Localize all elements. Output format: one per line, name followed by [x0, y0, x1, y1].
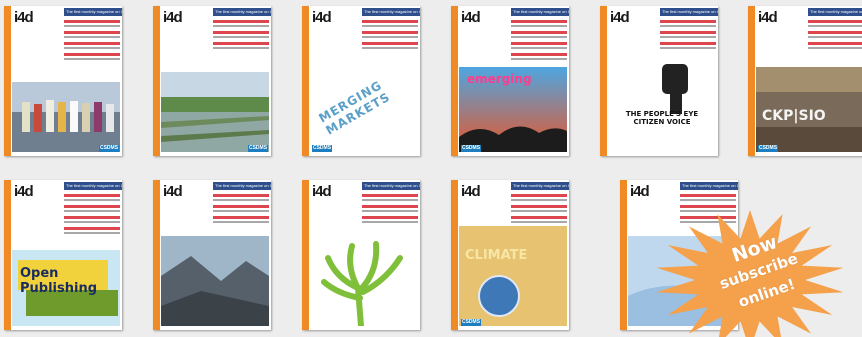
magazine-cover-7[interactable]: i4d The first monthly magazine on ICT4D …: [4, 180, 122, 330]
cover-headlines: [808, 20, 862, 53]
cover-headlines: [362, 194, 418, 227]
cover-photo: [459, 226, 567, 326]
cover-headlines: [660, 20, 716, 53]
i4d-logo: i4d: [630, 183, 650, 200]
cover-tagline: The first monthly magazine on ICT4D: [680, 182, 738, 190]
cover-art-title: emerging: [467, 72, 532, 86]
cover-spine: [451, 180, 458, 330]
cover-tagline: The first monthly magazine on ICT4D: [511, 8, 569, 16]
cover-spine: [153, 180, 160, 330]
magazine-cover-2[interactable]: i4d The first monthly magazine on ICT4D …: [153, 6, 271, 156]
cover-spine: [302, 6, 309, 156]
cover-photo: [161, 72, 269, 152]
cover-photo: [12, 82, 120, 152]
cover-spine: [600, 6, 607, 156]
cover-tagline: The first monthly magazine on ICT4D: [213, 8, 271, 16]
cover-spine: [451, 6, 458, 156]
cover-headlines: [213, 20, 269, 53]
cover-tagline: The first monthly magazine on ICT4D: [64, 182, 122, 190]
cover-headlines: [213, 194, 269, 227]
i4d-logo: i4d: [461, 9, 481, 26]
cover-spine: [4, 6, 11, 156]
cover-art-title: CKP|SIO: [762, 108, 826, 124]
cover-photo: [161, 236, 269, 326]
cover-spine: [4, 180, 11, 330]
cover-spine: [153, 6, 160, 156]
cover-spine: [620, 180, 627, 330]
magazine-cover-3[interactable]: i4d The first monthly magazine on ICT4D …: [302, 6, 420, 156]
i4d-logo: i4d: [610, 9, 630, 26]
i4d-logo: i4d: [312, 9, 332, 26]
publisher-badge: CSDMS: [248, 145, 268, 152]
publisher-badge: CSDMS: [758, 145, 778, 152]
cover-headlines: [511, 194, 567, 227]
cover-tagline: The first monthly magazine on ICT4D: [808, 8, 862, 16]
cover-art-title: Open Publishing: [20, 266, 98, 296]
cover-tagline: The first monthly magazine on ICT4D: [64, 8, 122, 16]
magazine-cover-10[interactable]: i4d The first monthly magazine on ICT4D …: [451, 180, 569, 330]
cover-art-title: CLIMATE: [465, 248, 528, 263]
cover-art-title: MERGING MARKETS: [316, 78, 393, 138]
cover-headlines: [362, 20, 418, 53]
cover-headlines: [511, 20, 567, 64]
i4d-logo: i4d: [163, 183, 183, 200]
magazine-cover-4[interactable]: i4d The first monthly magazine on ICT4D …: [451, 6, 569, 156]
i4d-logo: i4d: [312, 183, 332, 200]
i4d-logo: i4d: [461, 183, 481, 200]
tree-illustration: [316, 228, 412, 326]
cover-art-title: THE PEOPLE'S EYE CITIZEN VOICE: [625, 110, 699, 126]
cover-tagline: The first monthly magazine on ICT4D: [213, 182, 271, 190]
cover-tagline: The first monthly magazine on ICT4D: [362, 8, 420, 16]
fist-graphic: [662, 64, 688, 114]
publisher-badge: CSDMS: [99, 145, 119, 152]
i4d-logo: i4d: [14, 9, 34, 26]
publisher-badge: CSDMS: [461, 319, 481, 326]
magazine-cover-8[interactable]: i4d The first monthly magazine on ICT4D: [153, 180, 271, 330]
magazine-cover-5[interactable]: i4d The first monthly magazine on ICT4D …: [600, 6, 718, 156]
i4d-logo: i4d: [14, 183, 34, 200]
i4d-logo: i4d: [758, 9, 778, 26]
magazine-cover-6[interactable]: i4d The first monthly magazine on ICT4D …: [748, 6, 862, 156]
magazine-cover-9[interactable]: i4d The first monthly magazine on ICT4D: [302, 180, 420, 330]
i4d-logo: i4d: [163, 9, 183, 26]
cover-spine: [302, 180, 309, 330]
magazine-cover-1[interactable]: i4d The first monthly magazine on ICT4D …: [4, 6, 122, 156]
publisher-badge: CSDMS: [312, 145, 332, 152]
cover-headlines: [64, 20, 120, 64]
cover-spine: [748, 6, 755, 156]
cover-tagline: The first monthly magazine on ICT4D: [660, 8, 718, 16]
cover-headlines: [64, 194, 120, 238]
magazine-cover-gallery: i4d The first monthly magazine on ICT4D …: [0, 0, 862, 337]
cover-tagline: The first monthly magazine on ICT4D: [362, 182, 420, 190]
publisher-badge: CSDMS: [461, 145, 481, 152]
cover-tagline: The first monthly magazine on ICT4D: [511, 182, 569, 190]
